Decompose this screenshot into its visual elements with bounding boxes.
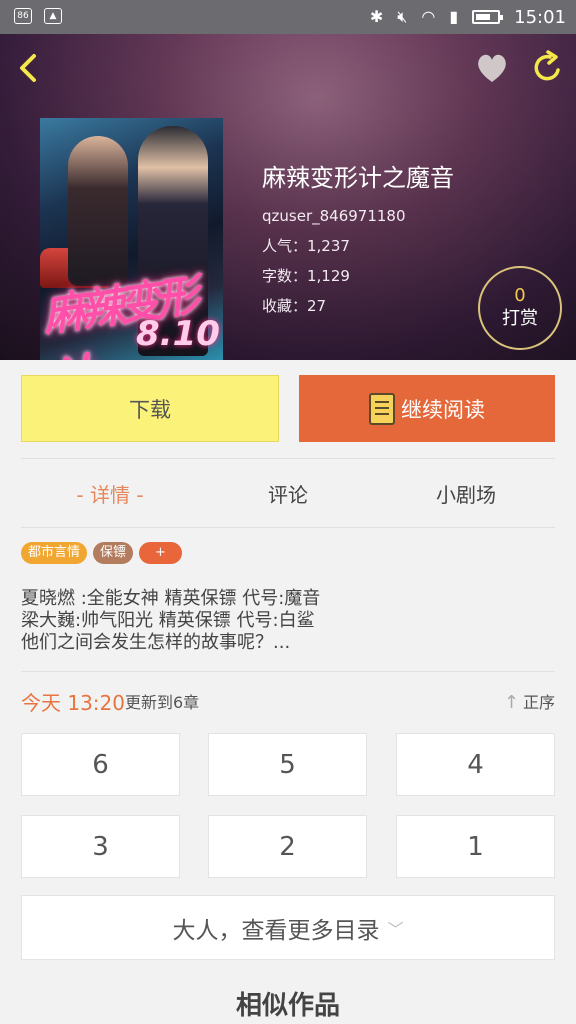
chapter-button[interactable]: 1 xyxy=(396,815,555,878)
arrow-up-icon: ↑ xyxy=(503,692,519,713)
chapter-button[interactable]: 2 xyxy=(208,815,367,878)
update-time: 今天 13:20 xyxy=(21,691,125,715)
refresh-share-icon xyxy=(534,50,560,81)
detail-tabs: - 详情 - 评论 小剧场 xyxy=(21,458,555,528)
continue-reading-label: 继续阅读 xyxy=(401,397,485,422)
image-icon: ▲ xyxy=(44,8,62,24)
cover-figure-female xyxy=(68,136,128,286)
description-line: 梁大巍:帅气阳光 精英保镖 代号:白鲨 xyxy=(21,610,315,631)
battery-icon xyxy=(472,10,504,24)
notification-icon: 86 xyxy=(14,8,32,24)
continue-reading-button[interactable]: 继续阅读 xyxy=(299,375,555,442)
tag-bodyguard[interactable]: 保镖 xyxy=(93,542,134,564)
back-button[interactable] xyxy=(12,48,46,88)
favorite-button[interactable] xyxy=(472,48,512,88)
description-line: 他们之间会发生怎样的故事呢？... xyxy=(21,632,291,653)
share-button[interactable] xyxy=(530,48,566,88)
book-description: 夏晓燃 :全能女神 精英保镖 代号:魔音 梁大巍:帅气阳光 精英保镖 代号:白鲨… xyxy=(21,588,555,654)
download-button[interactable]: 下载 xyxy=(21,375,279,442)
tab-details[interactable]: - 详情 - xyxy=(21,459,199,527)
chapter-button[interactable]: 4 xyxy=(396,733,555,796)
book-icon xyxy=(369,392,395,425)
status-bar: 86 ▲ ✱ 🔇︎ ◠ ▮ 15:01 xyxy=(0,0,576,34)
stat-favorites: 收藏：27 xyxy=(262,297,327,315)
chapter-button[interactable]: 6 xyxy=(21,733,180,796)
book-info: 麻辣变形计之魔音 qzuser_846971180 人气：1,237 字数：1,… xyxy=(262,162,454,326)
book-cover[interactable]: 麻辣变形计 8.10 xyxy=(40,118,223,360)
chapter-button[interactable]: 5 xyxy=(208,733,367,796)
signal-icon: ▮ xyxy=(449,7,459,26)
cover-date-art: 8.10 xyxy=(136,314,220,354)
book-header: 麻辣变形计 8.10 麻辣变形计之魔音 qzuser_846971180 人气：… xyxy=(0,34,576,360)
reward-button[interactable]: 0 打赏 xyxy=(478,266,562,350)
similar-works-title: 相似作品 xyxy=(235,991,340,1021)
tab-theater[interactable]: 小剧场 xyxy=(377,459,555,527)
sort-button[interactable]: ↑ 正序 xyxy=(504,688,555,718)
chapter-button[interactable]: 3 xyxy=(21,815,180,878)
tab-comments[interactable]: 评论 xyxy=(199,459,377,527)
sort-label: 正序 xyxy=(522,693,555,712)
reward-count: 0 xyxy=(514,285,526,306)
description-line: 夏晓燃 :全能女神 精英保镖 代号:魔音 xyxy=(21,588,321,609)
stat-popularity: 人气：1,237 xyxy=(262,237,350,255)
add-tag-button[interactable]: + xyxy=(139,542,182,564)
book-author[interactable]: qzuser_846971180 xyxy=(262,206,454,226)
update-text: 更新到6章 xyxy=(125,693,200,712)
book-title: 麻辣变形计之魔音 xyxy=(262,164,454,192)
tag-list: 都市言情 保镖 + xyxy=(21,542,182,564)
chevron-down-icon: ﹀ xyxy=(387,919,404,939)
more-catalog-label: 大人，查看更多目录 xyxy=(172,917,380,944)
chevron-left-icon xyxy=(20,54,36,82)
download-label: 下载 xyxy=(129,397,171,422)
status-time: 15:01 xyxy=(514,6,566,28)
heart-icon xyxy=(478,54,506,82)
update-row: 今天 13:20 更新到6章 ↑ 正序 xyxy=(21,688,555,718)
mute-icon: 🔇︎ xyxy=(397,7,408,26)
divider xyxy=(21,671,555,672)
reward-label: 打赏 xyxy=(502,308,538,329)
bluetooth-icon: ✱ xyxy=(369,7,384,26)
wifi-icon: ◠ xyxy=(421,7,436,26)
more-catalog-button[interactable]: 大人，查看更多目录 ﹀ xyxy=(21,895,555,960)
stat-word-count: 字数：1,129 xyxy=(262,267,350,285)
tag-urban-romance[interactable]: 都市言情 xyxy=(21,542,88,564)
